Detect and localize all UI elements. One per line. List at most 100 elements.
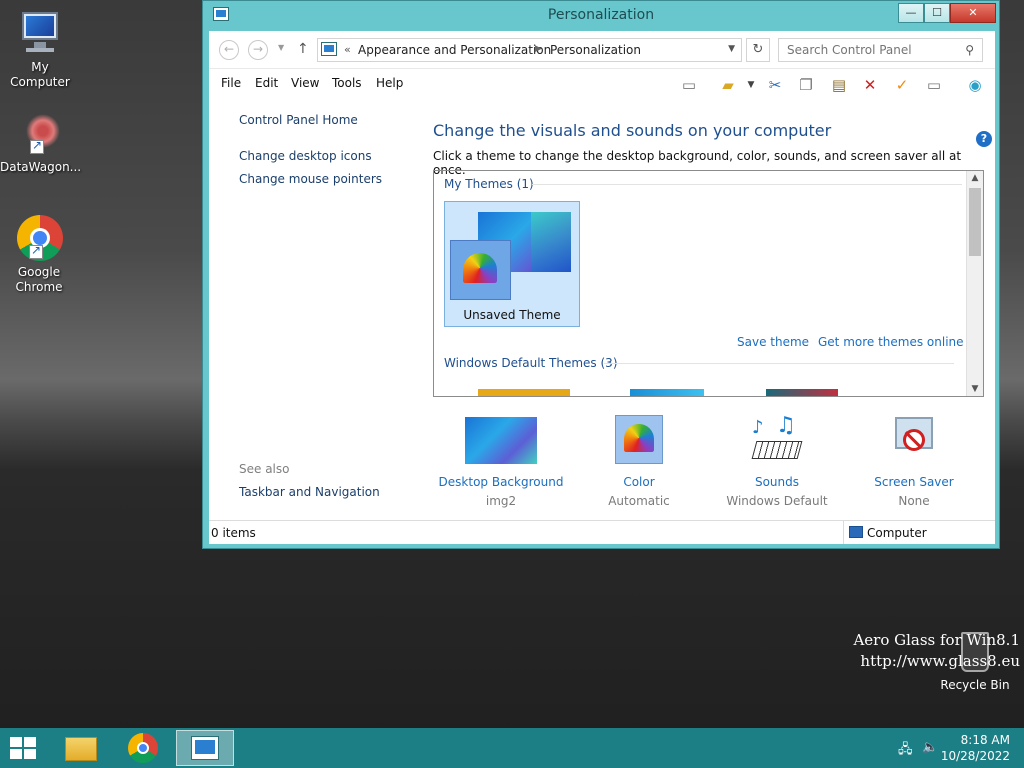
menu-view[interactable]: View: [291, 76, 319, 90]
breadcrumb-overflow[interactable]: «: [344, 43, 351, 56]
search-icon[interactable]: ⚲: [965, 43, 974, 57]
control-panel-icon-screen: [195, 740, 215, 754]
recycle-bin-icon: [961, 632, 989, 672]
folder-options-icon[interactable]: ▰: [717, 74, 739, 96]
theme-color-swatch: [450, 240, 511, 300]
desktop-icon-label: My Computer: [10, 60, 70, 89]
chrome-icon: [15, 215, 63, 263]
start-button[interactable]: [10, 737, 38, 761]
desktop-background-icon: [465, 415, 537, 465]
network-icon[interactable]: 🖧: [898, 740, 913, 762]
forward-button[interactable]: →: [248, 40, 268, 60]
breadcrumb-separator-icon[interactable]: ▶: [535, 44, 542, 54]
change-desktop-icons-link[interactable]: Change desktop icons: [239, 149, 372, 163]
search-box[interactable]: ⚲: [778, 38, 983, 62]
desktop-icon-label: DataWagon...: [0, 160, 82, 174]
color-value: Automatic: [608, 494, 670, 508]
up-button[interactable]: ↑: [297, 41, 309, 57]
status-location: Computer: [867, 526, 927, 540]
cut-icon[interactable]: ✂: [764, 74, 786, 96]
shortcut-arrow-icon: [29, 243, 43, 259]
theme-thumbnail-peek[interactable]: [630, 389, 704, 396]
theme-thumbnail-peek[interactable]: [766, 389, 838, 396]
desktop-icon-recycle-bin[interactable]: Recycle Bin: [935, 632, 1015, 692]
breadcrumb-appearance[interactable]: Appearance and Personalization: [358, 43, 551, 57]
save-theme-link[interactable]: Save theme: [737, 335, 809, 349]
sounds-value: Windows Default: [726, 494, 828, 508]
minimize-button[interactable]: —: [898, 3, 924, 23]
menu-edit[interactable]: Edit: [255, 76, 278, 90]
windows-logo-pane: [10, 749, 22, 759]
scroll-up-icon[interactable]: ▲: [967, 173, 983, 183]
layout-pane-icon[interactable]: ▭: [678, 74, 700, 96]
status-bar: 0 items Computer: [209, 520, 995, 544]
taskbar-google-chrome[interactable]: [114, 730, 172, 766]
chevron-down-icon[interactable]: ▼: [740, 74, 762, 96]
chevron-down-icon[interactable]: ▼: [728, 44, 735, 54]
desktop-icon-label: Recycle Bin: [940, 678, 1010, 692]
screen-saver-icon: [891, 415, 937, 465]
scrollbar-thumb[interactable]: [969, 188, 981, 256]
sounds-link[interactable]: Sounds: [722, 475, 832, 489]
get-more-themes-link[interactable]: Get more themes online: [818, 335, 964, 349]
breadcrumb-personalization[interactable]: Personalization: [550, 43, 641, 57]
search-input[interactable]: [787, 40, 957, 60]
taskbar-control-panel[interactable]: [176, 730, 234, 766]
setting-color[interactable]: Color Automatic: [599, 415, 679, 508]
color-link[interactable]: Color: [599, 475, 679, 489]
windows-default-themes-group-header[interactable]: Windows Default Themes (3): [444, 356, 618, 370]
my-themes-group-header[interactable]: My Themes (1): [444, 177, 534, 191]
menu-file[interactable]: File: [221, 76, 241, 90]
address-bar[interactable]: « Appearance and Personalization ▶ Perso…: [317, 38, 742, 62]
setting-sounds[interactable]: ♪ ♫ Sounds Windows Default: [722, 413, 832, 508]
sounds-icon: ♪ ♫: [751, 413, 803, 465]
delete-icon[interactable]: ✕: [859, 74, 881, 96]
close-button[interactable]: ✕: [950, 3, 996, 23]
control-panel-home-link[interactable]: Control Panel Home: [239, 113, 358, 127]
paste-icon[interactable]: ▤: [828, 74, 850, 96]
volume-icon[interactable]: 🔈: [922, 740, 938, 755]
desktop-background-link[interactable]: Desktop Background: [433, 475, 569, 489]
clock-date: 10/28/2022: [940, 749, 1010, 763]
desktop-icon-google-chrome[interactable]: Google Chrome: [0, 215, 79, 295]
help-icon[interactable]: ?: [976, 131, 992, 147]
page-title: Change the visuals and sounds on your co…: [433, 121, 832, 140]
status-divider: [843, 521, 844, 544]
setting-desktop-background[interactable]: Desktop Background img2: [433, 415, 569, 508]
desktop-icon-datawagon[interactable]: DataWagon...: [0, 110, 82, 175]
windows-logo-pane: [24, 749, 36, 759]
window-titlebar[interactable]: Personalization — ☐ ✕: [203, 1, 999, 31]
theme-thumbnail-peek[interactable]: [478, 389, 570, 396]
theme-unsaved[interactable]: Unsaved Theme: [444, 201, 580, 327]
theme-list[interactable]: My Themes (1) Unsaved Theme Save theme G…: [433, 170, 984, 397]
datawagon-icon: [16, 110, 64, 158]
desktop-icon-my-computer[interactable]: My Computer: [0, 10, 80, 90]
setting-screen-saver[interactable]: Screen Saver None: [874, 415, 954, 508]
group-divider: [604, 363, 954, 364]
properties-check-icon[interactable]: ✓: [891, 74, 913, 96]
theme-list-scrollbar[interactable]: ▲ ▼: [966, 171, 983, 396]
change-mouse-pointers-link[interactable]: Change mouse pointers: [239, 172, 382, 186]
control-panel-icon: [321, 42, 337, 56]
taskbar-file-explorer[interactable]: [52, 730, 110, 766]
back-button[interactable]: ←: [219, 40, 239, 60]
system-clock[interactable]: 8:18 AM 10/28/2022: [941, 732, 1010, 764]
taskbar-and-navigation-link[interactable]: Taskbar and Navigation: [239, 485, 380, 499]
taskbar: 🖧 🔈 8:18 AM 10/28/2022: [0, 728, 1024, 768]
window-title: Personalization: [547, 7, 655, 23]
theme-name: Unsaved Theme: [463, 308, 561, 322]
color-icon: [615, 415, 663, 465]
scroll-down-icon[interactable]: ▼: [967, 384, 983, 394]
desktop-background-value: img2: [485, 494, 517, 508]
recent-locations-dropdown[interactable]: ▼: [278, 43, 284, 52]
shortcut-arrow-icon: [30, 138, 44, 154]
menu-help[interactable]: Help: [376, 76, 403, 90]
menu-tools[interactable]: Tools: [332, 76, 362, 90]
maximize-button[interactable]: ☐: [924, 3, 950, 23]
copy-icon[interactable]: ❐: [795, 74, 817, 96]
shell-icon[interactable]: ◉: [964, 74, 986, 96]
personalization-window: Personalization — ☐ ✕ ← → ▼ ↑ « Appearan…: [202, 0, 1000, 549]
refresh-button[interactable]: ↻: [746, 38, 770, 62]
screen-saver-link[interactable]: Screen Saver: [874, 475, 954, 489]
rename-icon[interactable]: ▭: [923, 74, 945, 96]
